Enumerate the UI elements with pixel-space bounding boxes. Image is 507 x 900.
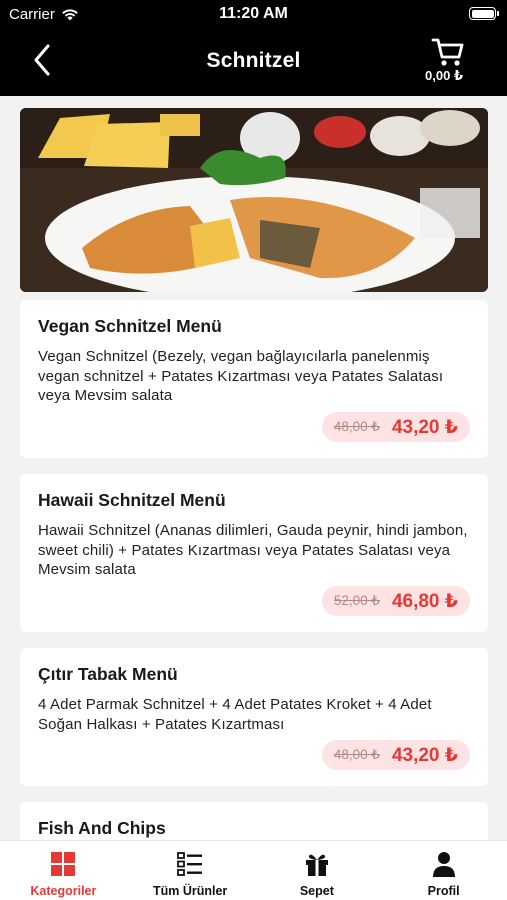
status-bar: Carrier 11:20 AM bbox=[0, 0, 507, 28]
tab-profile[interactable]: Profil bbox=[380, 841, 507, 900]
price-badge: 52,00 ₺ 46,80 ₺ bbox=[321, 586, 470, 616]
status-time: 11:20 AM bbox=[219, 5, 288, 22]
product-list[interactable]: Vegan Schnitzel Menü Vegan Schnitzel (Be… bbox=[0, 96, 507, 840]
tab-label: Sepet bbox=[299, 884, 334, 898]
tab-label: Profil bbox=[427, 884, 460, 898]
cart-total[interactable]: 0,00 ₺ bbox=[425, 68, 463, 84]
cart-icon[interactable] bbox=[429, 36, 467, 68]
product-description: Hawaii Schnitzel (Ananas dilimleri, Gaud… bbox=[38, 522, 468, 578]
old-price: 48,00 ₺ bbox=[333, 419, 380, 434]
product-name: Fish And Chips bbox=[38, 818, 166, 838]
old-price: 48,00 ₺ bbox=[333, 747, 380, 762]
product-name: Hawaii Schnitzel Menü bbox=[38, 490, 226, 510]
schnitzel-plate-illustration bbox=[20, 108, 488, 292]
tab-bar: Kategoriler Tüm Ürünler Sepet Profil bbox=[0, 840, 507, 900]
tab-basket[interactable]: Sepet bbox=[254, 841, 381, 900]
product-card[interactable]: Çıtır Tabak Menü 4 Adet Parmak Schnitzel… bbox=[20, 648, 488, 786]
user-icon bbox=[432, 852, 455, 877]
product-name: Çıtır Tabak Menü bbox=[38, 664, 178, 684]
discounted-price: 46,80 ₺ bbox=[391, 590, 458, 612]
tab-label: Kategoriler bbox=[30, 884, 97, 898]
price-badge: 48,00 ₺ 43,20 ₺ bbox=[321, 412, 470, 442]
categories-grid-icon bbox=[51, 852, 76, 876]
battery-icon bbox=[469, 7, 499, 20]
top-bar: Carrier 11:20 AM Schnitzel 0,00 ₺ bbox=[0, 0, 507, 96]
gift-box-icon bbox=[305, 854, 328, 876]
tab-label: Tüm Ürünler bbox=[152, 884, 228, 898]
product-card[interactable]: Fish And Chips bbox=[20, 802, 488, 840]
list-icon bbox=[177, 852, 203, 876]
price-badge: 48,00 ₺ 43,20 ₺ bbox=[321, 740, 470, 770]
product-name: Vegan Schnitzel Menü bbox=[38, 316, 222, 336]
product-card[interactable]: Vegan Schnitzel Menü Vegan Schnitzel (Be… bbox=[20, 300, 488, 458]
product-card[interactable]: Hawaii Schnitzel Menü Hawaii Schnitzel (… bbox=[20, 474, 488, 632]
product-description: 4 Adet Parmak Schnitzel + 4 Adet Patates… bbox=[38, 696, 432, 733]
tab-categories[interactable]: Kategoriler bbox=[0, 841, 127, 900]
discounted-price: 43,20 ₺ bbox=[391, 744, 458, 766]
old-price: 52,00 ₺ bbox=[333, 593, 380, 608]
discounted-price: 43,20 ₺ bbox=[391, 416, 458, 438]
category-hero-image bbox=[20, 108, 488, 292]
product-description: Vegan Schnitzel (Bezely, vegan bağlayıcı… bbox=[38, 348, 444, 404]
tab-all-products[interactable]: Tüm Ürünler bbox=[127, 841, 254, 900]
